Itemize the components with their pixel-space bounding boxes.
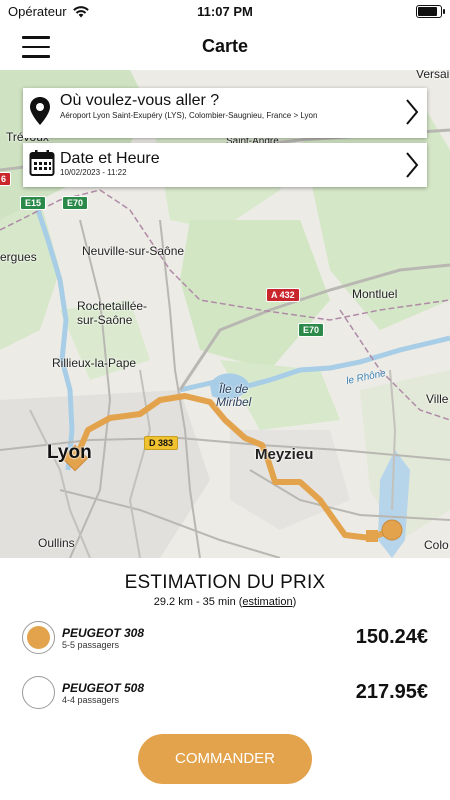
road-shield: E15 — [20, 196, 47, 210]
route-destination-marker — [381, 519, 403, 541]
vehicle-price: 217.95€ — [355, 681, 428, 703]
radio-button[interactable] — [22, 676, 55, 709]
vehicle-passengers: 5-5 passagers — [62, 640, 120, 650]
vehicle-option[interactable]: PEUGEOT 308 5-5 passagers 150.24€ — [22, 620, 432, 656]
road-shield: A 432 — [266, 288, 300, 302]
estimate-summary-line: 29.2 km - 35 min (estimation) — [153, 596, 297, 608]
status-bar: Opérateur 11:07 PM — [0, 0, 450, 24]
status-time: 11:07 PM — [197, 4, 253, 19]
destination-address: Aéroport Lyon Saint-Exupéry (LYS), Colom… — [60, 111, 318, 120]
vehicle-name: PEUGEOT 308 — [62, 626, 145, 640]
chevron-right-icon — [406, 99, 419, 125]
radio-button[interactable] — [22, 621, 55, 654]
vehicle-passengers: 4-4 passagers — [62, 695, 120, 705]
place-label: Ville — [426, 392, 449, 406]
place-label: Rochetaillée- sur-Saône — [77, 299, 148, 327]
place-label: Montluel — [352, 287, 398, 301]
nav-bar: Carte — [0, 24, 450, 70]
road-shield: D 383 — [144, 436, 179, 450]
estimate-link[interactable]: estimation — [242, 596, 292, 608]
place-label: Versai — [416, 70, 450, 81]
place-label: Neuville-sur-Saône — [82, 244, 185, 258]
destination-card[interactable]: Où voulez-vous aller ? Aéroport Lyon Sai… — [23, 88, 427, 138]
calendar-icon — [29, 150, 55, 176]
place-label: Oullins — [38, 536, 75, 550]
place-label: Lyon — [47, 442, 92, 463]
estimate-title: ESTIMATION DU PRIX — [124, 572, 326, 593]
battery-icon — [416, 5, 445, 18]
radio-selected-dot — [27, 626, 50, 649]
road-shield: E70 — [298, 323, 325, 337]
place-label: Meyzieu — [255, 446, 314, 463]
road-shield: E70 — [62, 196, 89, 210]
estimate-summary: 29.2 km - 35 min — [153, 596, 236, 608]
vehicle-name: PEUGEOT 508 — [62, 681, 145, 695]
road-shield: 6 — [0, 172, 12, 186]
place-label: Colo — [424, 538, 449, 552]
date-time-title: Date et Heure — [60, 150, 160, 167]
page-title: Carte — [201, 36, 249, 56]
price-panel: ESTIMATION DU PRIX 29.2 km - 35 min (est… — [0, 558, 450, 800]
place-label: ergues — [0, 250, 37, 264]
order-button[interactable]: COMMANDER — [138, 734, 312, 784]
date-time-value: 10/02/2023 - 11:22 — [60, 168, 127, 177]
place-label: Rillieux-la-Pape — [52, 356, 137, 370]
location-pin-icon — [30, 97, 50, 125]
chevron-right-icon — [406, 152, 419, 178]
vehicle-option[interactable]: PEUGEOT 508 4-4 passagers 217.95€ — [22, 675, 432, 711]
place-label: Île de Miribel — [216, 382, 252, 409]
vehicle-price: 150.24€ — [355, 626, 428, 648]
date-time-card[interactable]: Date et Heure 10/02/2023 - 11:22 — [23, 143, 427, 187]
destination-title: Où voulez-vous aller ? — [60, 92, 220, 109]
